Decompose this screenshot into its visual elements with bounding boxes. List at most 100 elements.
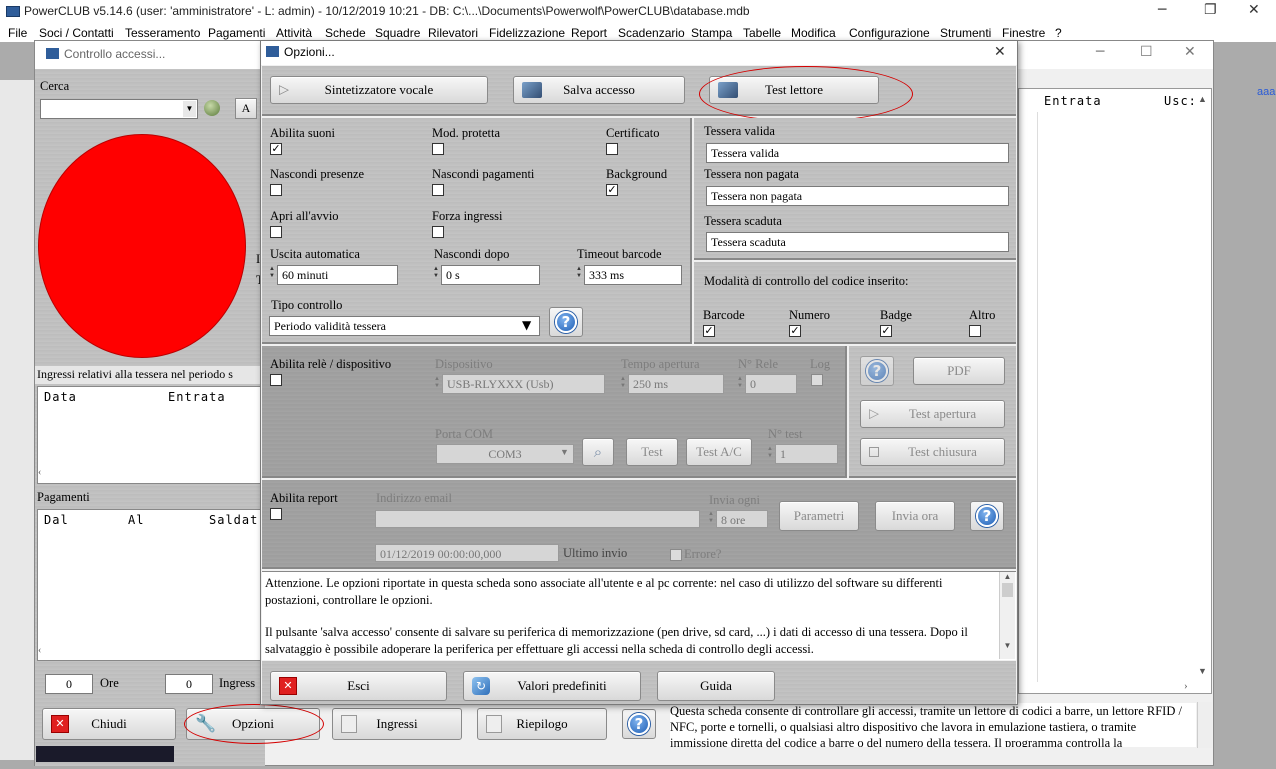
restore-icon[interactable]: ❐ bbox=[1204, 2, 1217, 18]
menu-item[interactable]: Finestre bbox=[1002, 26, 1045, 40]
dispositivo-field[interactable]: USB-RLYXXX (Usb) bbox=[442, 374, 605, 394]
back-maximize-icon[interactable]: ☐ bbox=[1140, 44, 1153, 60]
ntest-field[interactable]: 1 bbox=[775, 444, 838, 464]
chiudi-button[interactable]: ✕ Chiudi bbox=[42, 708, 176, 740]
ingressi-count-field[interactable]: 0 bbox=[165, 674, 213, 694]
menu-item[interactable]: Tesseramento bbox=[125, 26, 200, 40]
invia-ora-button[interactable]: Invia ora bbox=[875, 501, 955, 531]
uscita-automatica-field[interactable]: 60 minuti bbox=[277, 265, 398, 285]
menu-item[interactable]: Strumenti bbox=[940, 26, 991, 40]
porta-search-button[interactable]: ⌕ bbox=[582, 438, 614, 466]
menu-item[interactable]: Stampa bbox=[691, 26, 732, 40]
background-checkbox[interactable]: ✓ bbox=[606, 184, 618, 196]
rele-help-button[interactable]: ? bbox=[860, 356, 894, 386]
timeout-barcode-field[interactable]: 333 ms bbox=[584, 265, 682, 285]
ingressi-button[interactable]: Ingressi bbox=[332, 708, 462, 740]
info-scrollbar[interactable]: ▲ ▼ bbox=[999, 572, 1015, 659]
porta-dropdown-icon[interactable]: ▼ bbox=[560, 447, 569, 457]
nascondi-pagamenti-checkbox[interactable] bbox=[432, 184, 444, 196]
menu-item[interactable]: Squadre bbox=[375, 26, 420, 40]
test-ac-button[interactable]: Test A/C bbox=[686, 438, 752, 466]
back-help-button[interactable]: ? bbox=[622, 709, 656, 739]
esci-button[interactable]: ✕ Esci bbox=[270, 671, 447, 701]
riepilogo-button[interactable]: Riepilogo bbox=[477, 708, 607, 740]
back-close-icon[interactable]: ✕ bbox=[1184, 44, 1196, 60]
invia-ogni-spin-icon[interactable]: ▲ ▼ bbox=[708, 511, 715, 525]
report-help-button[interactable]: ? bbox=[970, 501, 1004, 531]
abilita-suoni-checkbox[interactable]: ✓ bbox=[270, 143, 282, 155]
sintetizzatore-button[interactable]: ▷ Sintetizzatore vocale bbox=[270, 76, 488, 104]
salva-accesso-button[interactable]: Salva accesso bbox=[513, 76, 685, 104]
modalita-badge-checkbox[interactable]: ✓ bbox=[880, 325, 892, 337]
porta-com-select[interactable]: COM3 bbox=[436, 444, 574, 464]
errore-checkbox[interactable] bbox=[670, 549, 682, 561]
right-scroll-down-icon[interactable]: ▼ bbox=[1198, 666, 1207, 676]
uscita-spin-icon[interactable]: ▲ ▼ bbox=[269, 266, 276, 280]
right-scroll-up-icon[interactable]: ▲ bbox=[1198, 94, 1207, 104]
right-grid[interactable] bbox=[1018, 88, 1212, 694]
ingressi-scroll-left-icon[interactable]: ‹ bbox=[38, 467, 50, 483]
invia-ogni-field[interactable]: 8 ore bbox=[716, 510, 768, 528]
menu-item[interactable]: Attività bbox=[276, 26, 312, 40]
modalita-numero-checkbox[interactable]: ✓ bbox=[789, 325, 801, 337]
test-apertura-button[interactable]: ▷ Test apertura bbox=[860, 400, 1005, 428]
menu-item[interactable]: Pagamenti bbox=[208, 26, 265, 40]
parametri-button[interactable]: Parametri bbox=[779, 501, 859, 531]
nrele-field[interactable]: 0 bbox=[745, 374, 797, 394]
tessera-scaduta-field[interactable]: Tessera scaduta bbox=[706, 232, 1009, 252]
search-dropdown-icon[interactable]: ▼ bbox=[183, 101, 196, 117]
menu-item[interactable]: Configurazione bbox=[849, 26, 930, 40]
pdf-button[interactable]: PDF bbox=[913, 357, 1005, 385]
scroll-thumb[interactable] bbox=[1002, 583, 1013, 597]
valori-predefiniti-button[interactable]: ↻ Valori predefiniti bbox=[463, 671, 641, 701]
back-minimize-icon[interactable]: ─ bbox=[1096, 44, 1104, 60]
menu-item[interactable]: Tabelle bbox=[743, 26, 781, 40]
search-combo[interactable] bbox=[40, 99, 198, 119]
tempo-spin-icon[interactable]: ▲ ▼ bbox=[620, 376, 627, 390]
certificato-checkbox[interactable] bbox=[606, 143, 618, 155]
ultimo-invio-field[interactable]: 01/12/2019 00:00:00,000 bbox=[375, 544, 559, 562]
menu-item[interactable]: Report bbox=[571, 26, 607, 40]
apri-avvio-checkbox[interactable] bbox=[270, 226, 282, 238]
log-checkbox[interactable] bbox=[811, 374, 823, 386]
menu-item[interactable]: Scadenzario bbox=[618, 26, 685, 40]
minimize-icon[interactable]: ─ bbox=[1158, 2, 1166, 18]
ore-field[interactable]: 0 bbox=[45, 674, 93, 694]
forza-ingressi-checkbox[interactable] bbox=[432, 226, 444, 238]
nascondi-dopo-spin-icon[interactable]: ▲ ▼ bbox=[433, 266, 440, 280]
abilita-rele-checkbox[interactable] bbox=[270, 374, 282, 386]
tessera-non-pagata-field[interactable]: Tessera non pagata bbox=[706, 186, 1009, 206]
close-icon[interactable]: ✕ bbox=[1248, 2, 1260, 18]
nrele-spin-icon[interactable]: ▲ ▼ bbox=[737, 376, 744, 390]
menu-item[interactable]: Soci / Contatti bbox=[39, 26, 114, 40]
nascondi-dopo-field[interactable]: 0 s bbox=[441, 265, 540, 285]
test-rele-button[interactable]: Test bbox=[626, 438, 678, 466]
a-button[interactable]: A bbox=[235, 98, 257, 119]
mod-protetta-checkbox[interactable] bbox=[432, 143, 444, 155]
menu-item[interactable]: Modifica bbox=[791, 26, 836, 40]
tipo-controllo-select[interactable]: Periodo validità tessera bbox=[269, 316, 540, 336]
tipo-controllo-dropdown-icon[interactable]: ▼ bbox=[522, 318, 531, 332]
email-field[interactable] bbox=[375, 510, 700, 528]
menu-item[interactable]: ? bbox=[1055, 26, 1062, 40]
menu-item[interactable]: Rilevatori bbox=[428, 26, 478, 40]
scroll-down-icon[interactable]: ▼ bbox=[1000, 641, 1015, 650]
menu-item[interactable]: File bbox=[8, 26, 27, 40]
nascondi-presenze-checkbox[interactable] bbox=[270, 184, 282, 196]
guida-button[interactable]: Guida bbox=[657, 671, 775, 701]
side-link[interactable]: aaa bbox=[1257, 86, 1275, 98]
abilita-report-checkbox[interactable] bbox=[270, 508, 282, 520]
modalita-barcode-checkbox[interactable]: ✓ bbox=[703, 325, 715, 337]
tipo-controllo-help-button[interactable]: ? bbox=[549, 307, 583, 337]
pagamenti-grid[interactable] bbox=[37, 509, 263, 661]
menu-item[interactable]: Schede bbox=[325, 26, 366, 40]
test-chiusura-button[interactable]: Test chiusura bbox=[860, 438, 1005, 466]
scroll-up-icon[interactable]: ▲ bbox=[1000, 572, 1015, 581]
right-scroll-right-icon[interactable]: › bbox=[1184, 680, 1188, 692]
menu-item[interactable]: Fidelizzazione bbox=[489, 26, 565, 40]
ntest-spin-icon[interactable]: ▲ ▼ bbox=[767, 446, 774, 460]
timeout-spin-icon[interactable]: ▲ ▼ bbox=[576, 266, 583, 280]
tessera-valida-field[interactable]: Tessera valida bbox=[706, 143, 1009, 163]
bottom-info-scrollbar[interactable] bbox=[1197, 702, 1212, 748]
tempo-apertura-field[interactable]: 250 ms bbox=[628, 374, 724, 394]
